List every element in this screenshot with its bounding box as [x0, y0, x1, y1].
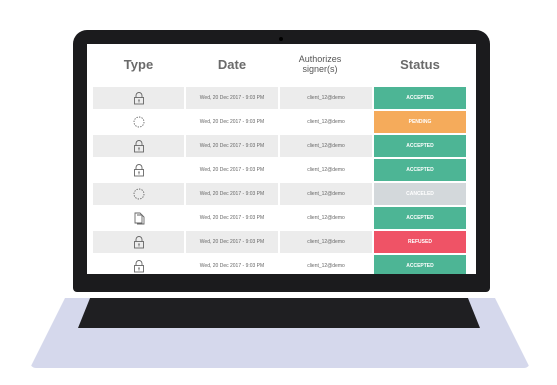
table-row[interactable]: Wed, 20 Dec 2017 - 9:03 PM client_12@demo…	[93, 135, 468, 157]
status-badge: ACCEPTED	[374, 87, 466, 109]
status-badge: ACCEPTED	[374, 255, 466, 274]
laptop-screen: Type Date Authorizes signer(s) Status We…	[87, 44, 476, 274]
status-badge: REFUSED	[374, 231, 466, 253]
type-cell	[93, 255, 184, 274]
column-header-status: Status	[400, 56, 440, 72]
date-cell: Wed, 20 Dec 2017 - 9:03 PM	[186, 87, 278, 109]
type-cell	[93, 159, 184, 181]
signer-cell: client_12@demo	[280, 231, 372, 253]
column-header-signer: Authorizes signer(s)	[298, 54, 342, 74]
date-cell: Wed, 20 Dec 2017 - 9:03 PM	[186, 183, 278, 205]
date-cell: Wed, 20 Dec 2017 - 9:03 PM	[186, 255, 278, 274]
type-cell	[93, 87, 184, 109]
signer-cell: client_12@demo	[280, 183, 372, 205]
table-row[interactable]: Wed, 20 Dec 2017 - 9:03 PM client_12@demo…	[93, 255, 468, 274]
type-cell	[93, 135, 184, 157]
type-cell	[93, 111, 184, 133]
date-cell: Wed, 20 Dec 2017 - 9:03 PM	[186, 231, 278, 253]
laptop-screen-bezel: Type Date Authorizes signer(s) Status We…	[73, 30, 490, 292]
table-row[interactable]: Wed, 20 Dec 2017 - 9:03 PM client_12@demo…	[93, 159, 468, 181]
signer-cell: client_12@demo	[280, 207, 372, 229]
documents-icon	[132, 211, 146, 225]
table-header: Type Date Authorizes signer(s) Status	[87, 44, 476, 84]
lock-icon	[132, 235, 146, 249]
signer-cell: client_12@demo	[280, 87, 372, 109]
status-badge: ACCEPTED	[374, 207, 466, 229]
date-cell: Wed, 20 Dec 2017 - 9:03 PM	[186, 135, 278, 157]
camera-icon	[279, 37, 283, 41]
signer-cell: client_12@demo	[280, 255, 372, 274]
status-badge: ACCEPTED	[374, 159, 466, 181]
date-cell: Wed, 20 Dec 2017 - 9:03 PM	[186, 159, 278, 181]
date-cell: Wed, 20 Dec 2017 - 9:03 PM	[186, 207, 278, 229]
table-row[interactable]: Wed, 20 Dec 2017 - 9:03 PM client_12@demo…	[93, 207, 468, 229]
date-cell: Wed, 20 Dec 2017 - 9:03 PM	[186, 111, 278, 133]
table-row[interactable]: Wed, 20 Dec 2017 - 9:03 PM client_12@demo…	[93, 87, 468, 109]
signer-cell: client_12@demo	[280, 135, 372, 157]
table-row[interactable]: Wed, 20 Dec 2017 - 9:03 PM client_12@demo…	[93, 111, 468, 133]
table-row[interactable]: Wed, 20 Dec 2017 - 9:03 PM client_12@demo…	[93, 231, 468, 253]
laptop-keyboard	[78, 298, 480, 328]
status-badge: CANCELED	[374, 183, 466, 205]
type-cell	[93, 183, 184, 205]
signer-cell: client_12@demo	[280, 159, 372, 181]
type-cell	[93, 207, 184, 229]
lock-icon	[132, 259, 146, 273]
signer-cell: client_12@demo	[280, 111, 372, 133]
status-badge: PENDING	[374, 111, 466, 133]
spinner-icon	[132, 115, 146, 129]
lock-icon	[132, 91, 146, 105]
status-badge: ACCEPTED	[374, 135, 466, 157]
column-header-date: Date	[217, 56, 247, 72]
lock-icon	[132, 139, 146, 153]
column-header-type: Type	[123, 56, 154, 72]
spinner-icon	[132, 187, 146, 201]
type-cell	[93, 231, 184, 253]
table-row[interactable]: Wed, 20 Dec 2017 - 9:03 PM client_12@demo…	[93, 183, 468, 205]
lock-icon	[132, 163, 146, 177]
